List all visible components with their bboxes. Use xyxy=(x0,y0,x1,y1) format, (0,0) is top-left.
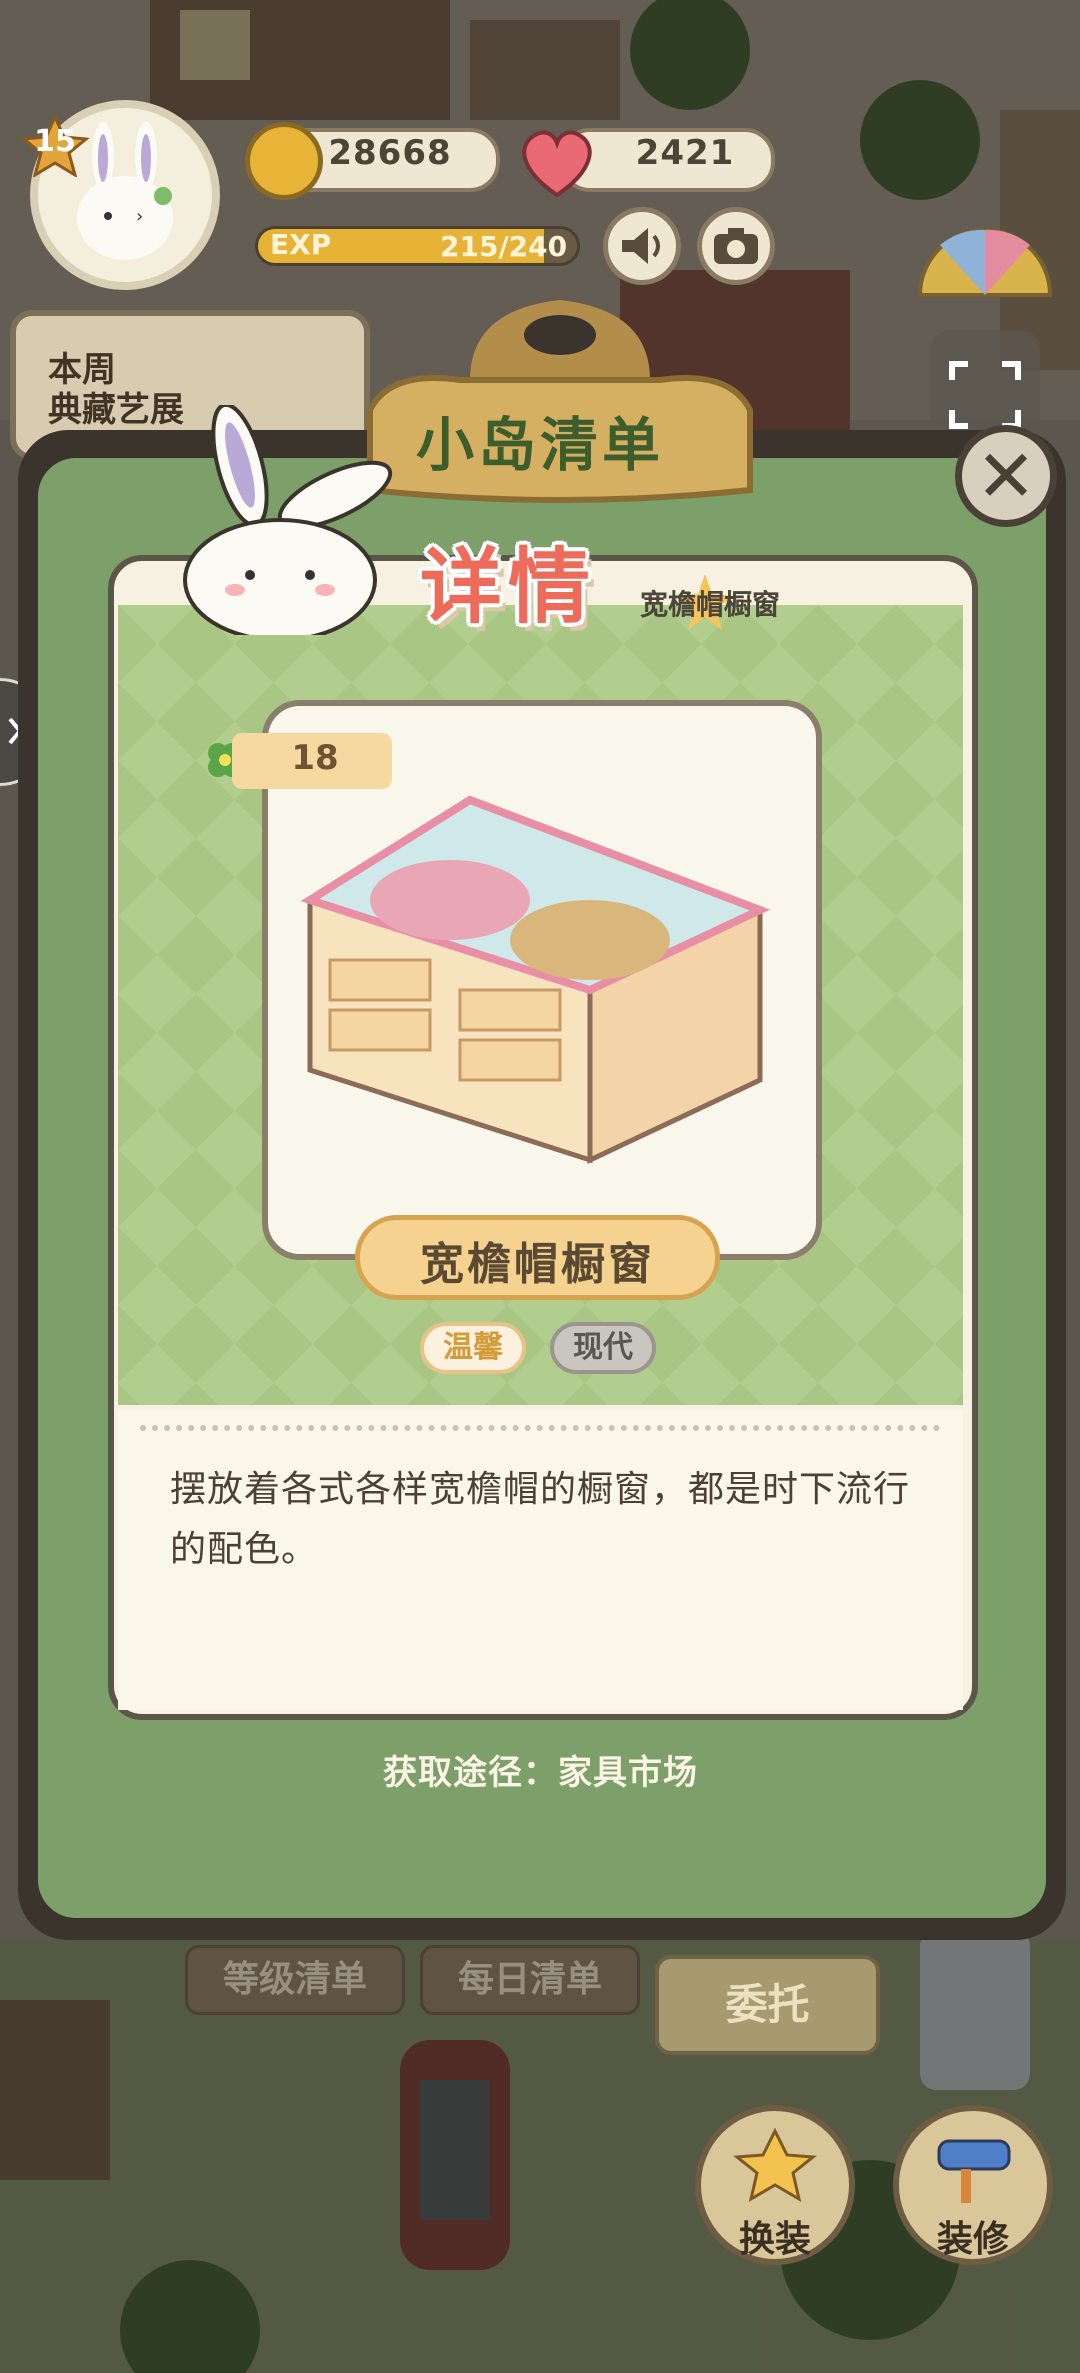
comfort-score: 18 xyxy=(291,738,339,778)
player-level: 15 xyxy=(34,124,76,159)
heart-icon xyxy=(522,130,592,198)
level-list-tab[interactable]: 等级清单 xyxy=(185,1945,405,2015)
detail-title: 详情 xyxy=(420,540,597,635)
paint-roller-icon xyxy=(937,2139,1011,2203)
weekly-line-1: 本周 xyxy=(48,350,116,390)
item-description: 摆放着各式各样宽檐帽的橱窗，都是时下流行的配色。 xyxy=(170,1469,911,1570)
wheel-event-icon[interactable] xyxy=(910,195,1060,305)
dotted-divider xyxy=(140,1425,940,1437)
camera-icon xyxy=(714,228,758,264)
dress-up-label: 换装 xyxy=(738,2219,811,2260)
exp-label: EXP xyxy=(270,228,332,261)
exp-value: 215/240 xyxy=(440,230,568,263)
close-icon[interactable]: ✕ xyxy=(955,425,1057,527)
style-tag-cozy: 温馨 xyxy=(420,1322,526,1374)
style-tag-modern: 现代 xyxy=(550,1322,656,1374)
speaker-icon xyxy=(622,228,660,264)
renovate-label: 装修 xyxy=(936,2219,1009,2260)
svg-text:›: › xyxy=(136,206,143,227)
item-name: 宽檐帽橱窗 xyxy=(420,1239,655,1290)
daily-list-tab[interactable]: 每日清单 xyxy=(420,1945,640,2015)
island-list-title: 小岛清单 xyxy=(415,411,664,479)
item-name-hint: 宽檐帽橱窗 xyxy=(640,588,781,621)
coin-amount: 28668 xyxy=(328,133,452,173)
speaker-button[interactable] xyxy=(603,207,681,285)
star-shirt-icon xyxy=(733,2127,817,2203)
hat-display-cabinet-image xyxy=(300,795,771,1164)
entrust-button[interactable]: 委托 xyxy=(655,1955,880,2055)
heart-amount: 2421 xyxy=(635,133,735,173)
bunny-mascot-icon xyxy=(183,405,393,635)
item-source: 获取途径：家具市场 xyxy=(383,1753,698,1793)
camera-button[interactable] xyxy=(697,207,775,285)
